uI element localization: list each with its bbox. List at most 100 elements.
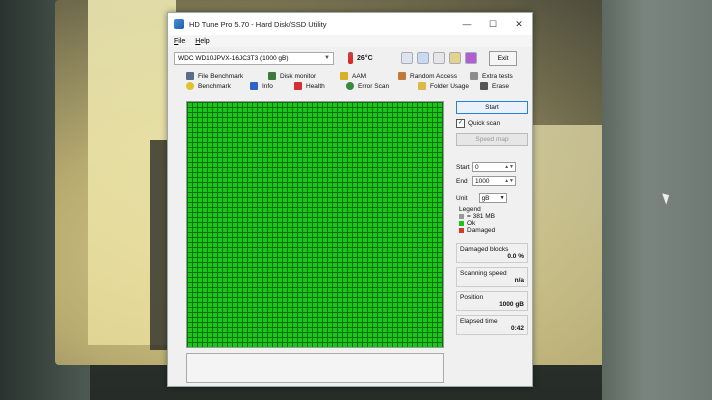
- menu-file[interactable]: File: [174, 38, 185, 45]
- tab-aam[interactable]: AAM: [340, 72, 398, 80]
- tab-label: Folder Usage: [430, 82, 470, 90]
- info-icon: [250, 82, 258, 90]
- log-box: [186, 353, 444, 383]
- chevron-down-icon: ▼: [324, 55, 330, 61]
- ok-swatch-icon: [459, 221, 464, 226]
- quick-scan-checkbox[interactable]: ✓: [456, 119, 465, 128]
- tab-label: Disk monitor: [280, 72, 317, 80]
- end-position-input[interactable]: 1000 ▲▼: [472, 176, 516, 186]
- app-icon: [174, 19, 184, 29]
- end-position-value: 1000: [475, 177, 490, 185]
- quick-scan-label: Quick scan: [468, 120, 501, 127]
- drive-select[interactable]: WDC WD10JPVX-16JC3T3 (1000 gB) ▼: [174, 51, 334, 65]
- start-position-value: 0: [475, 163, 479, 171]
- start-button[interactable]: Start: [456, 101, 528, 114]
- toolbar: WDC WD10JPVX-16JC3T3 (1000 gB) ▼ 26°C Ex…: [168, 47, 532, 69]
- start-position-row: Start 0 ▲▼: [456, 162, 528, 172]
- tab-benchmark[interactable]: Benchmark: [186, 82, 250, 90]
- error-scan-block-map: [186, 101, 444, 348]
- background-right: [602, 0, 712, 400]
- health-cross-icon: [294, 82, 302, 90]
- error-scan-controls: Start ✓ Quick scan Speed map Start 0 ▲▼ …: [456, 101, 528, 335]
- tab-label: Benchmark: [198, 82, 231, 90]
- close-button[interactable]: ✕: [506, 19, 532, 30]
- window-title: HD Tune Pro 5.70 - Hard Disk/SSD Utility: [189, 19, 327, 29]
- file-benchmark-icon: [186, 72, 194, 80]
- extra-tests-icon: [470, 72, 478, 80]
- disk-monitor-icon: [268, 72, 276, 80]
- elapsed-time-value: 0:42: [510, 325, 524, 332]
- tab-bar: File Benchmark Disk monitor AAM Random A…: [168, 69, 532, 91]
- position-label: Position: [460, 294, 484, 301]
- legend: Legend = 381 MB Ok Damaged: [456, 206, 528, 234]
- exit-button[interactable]: Exit: [489, 50, 517, 66]
- minimize-button[interactable]: —: [454, 19, 480, 29]
- scanning-speed-value: n/a: [514, 277, 524, 284]
- spinner-arrows-icon[interactable]: ▲▼: [504, 178, 514, 184]
- temperature-readout: 26°C: [357, 54, 373, 62]
- tab-extra-tests[interactable]: Extra tests: [470, 72, 513, 80]
- tab-error-scan[interactable]: Error Scan: [346, 82, 418, 90]
- speed-map-button[interactable]: Speed map: [456, 133, 528, 146]
- damaged-blocks-label: Damaged blocks: [460, 246, 509, 253]
- scanned-blocks-grid: [187, 102, 443, 347]
- position-stat: Position 1000 gB: [456, 291, 528, 311]
- damaged-blocks-stat: Damaged blocks 0.0 %: [456, 243, 528, 263]
- legend-ok: Ok: [459, 220, 528, 227]
- scanning-speed-label: Scanning speed: [460, 270, 507, 277]
- tab-label: Health: [306, 82, 325, 90]
- damaged-swatch-icon: [459, 228, 464, 233]
- block-swatch-icon: [459, 214, 464, 219]
- end-position-row: End 1000 ▲▼: [456, 176, 528, 186]
- benchmark-icon: [186, 82, 194, 90]
- unit-select[interactable]: gB ▼: [478, 193, 507, 203]
- tab-info[interactable]: Info: [250, 82, 294, 90]
- random-access-icon: [398, 72, 406, 80]
- spinner-arrows-icon[interactable]: ▲▼: [504, 164, 514, 170]
- title-bar[interactable]: HD Tune Pro 5.70 - Hard Disk/SSD Utility…: [168, 13, 532, 35]
- tab-file-benchmark[interactable]: File Benchmark: [186, 72, 268, 80]
- speaker-icon: [340, 72, 348, 80]
- tab-label: Extra tests: [482, 72, 513, 80]
- tab-health[interactable]: Health: [294, 82, 346, 90]
- position-value: 1000 gB: [499, 301, 524, 308]
- unit-value: gB: [481, 194, 490, 202]
- legend-title: Legend: [459, 206, 481, 213]
- tab-label: Random Access: [410, 72, 457, 80]
- unit-label: Unit: [456, 194, 468, 202]
- tab-label: Erase: [492, 82, 509, 90]
- menu-help[interactable]: Help: [195, 38, 209, 45]
- elapsed-time-label: Elapsed time: [460, 318, 498, 325]
- tab-label: Info: [262, 82, 273, 90]
- tab-folder-usage[interactable]: Folder Usage: [418, 82, 480, 90]
- tab-label: Error Scan: [358, 82, 390, 90]
- tab-disk-monitor[interactable]: Disk monitor: [268, 72, 340, 80]
- drive-select-value: WDC WD10JPVX-16JC3T3 (1000 gB): [178, 54, 289, 62]
- legend-damaged: Damaged: [459, 227, 528, 234]
- screenshot-camera-icon[interactable]: [433, 52, 445, 64]
- copy-text-icon[interactable]: [417, 52, 429, 64]
- save-download-icon[interactable]: [465, 52, 477, 64]
- tab-random-access[interactable]: Random Access: [398, 72, 470, 80]
- damaged-blocks-value: 0.0 %: [507, 253, 524, 260]
- menu-bar: File Help: [168, 35, 532, 47]
- legend-block-text: = 381 MB: [467, 213, 496, 220]
- folder-icon: [418, 82, 426, 90]
- maximize-button[interactable]: ☐: [480, 19, 506, 30]
- legend-ok-text: Ok: [467, 220, 476, 227]
- end-field-label: End: [456, 177, 468, 185]
- tab-erase[interactable]: Erase: [480, 82, 509, 90]
- tab-label: File Benchmark: [198, 72, 244, 80]
- thermometer-icon: [348, 52, 353, 64]
- tab-label: AAM: [352, 72, 367, 80]
- chevron-down-icon: ▼: [499, 195, 505, 201]
- start-position-input[interactable]: 0 ▲▼: [472, 162, 516, 172]
- options-icon[interactable]: [449, 52, 461, 64]
- copy-info-icon[interactable]: [401, 52, 413, 64]
- legend-damaged-text: Damaged: [467, 227, 496, 234]
- unit-row: Unit gB ▼: [456, 193, 528, 203]
- start-field-label: Start: [456, 163, 470, 171]
- legend-block-size: = 381 MB: [459, 213, 528, 220]
- hd-tune-window: HD Tune Pro 5.70 - Hard Disk/SSD Utility…: [167, 12, 533, 387]
- quick-scan-option[interactable]: ✓ Quick scan: [456, 119, 528, 128]
